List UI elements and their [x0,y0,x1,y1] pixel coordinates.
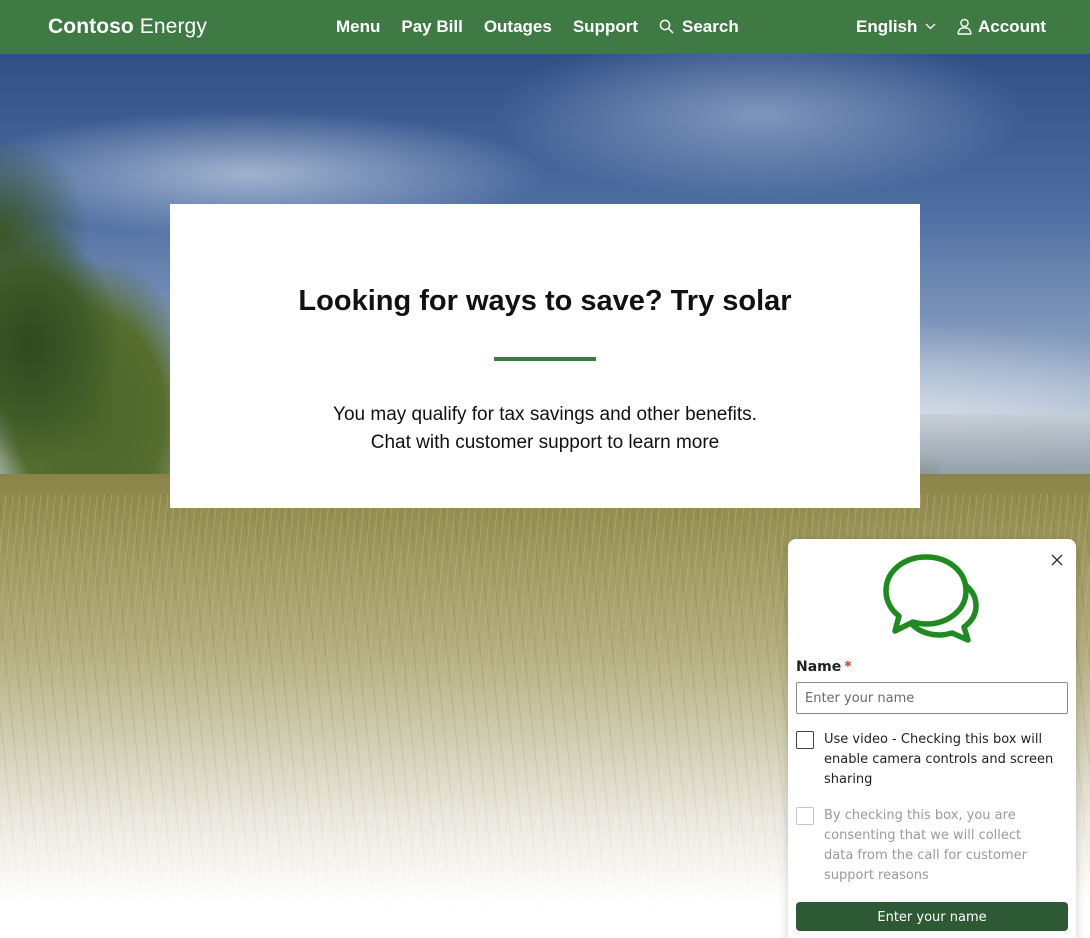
consent-label: By checking this box, you are consenting… [824,808,1027,883]
brand-name-bold: Contoso [48,15,134,38]
required-marker: * [844,659,852,675]
consent-checkbox[interactable] [796,807,814,825]
account-button[interactable]: Account [957,16,1046,37]
use-video-checkbox[interactable] [796,731,814,749]
name-field-label: Name * [796,659,852,675]
user-icon [957,18,972,35]
brand-name-light: Energy [139,15,207,38]
search-label: Search [682,17,739,36]
chat-prechat-panel: Name* Use video - Checking this box will… [788,539,1076,938]
promo-divider [494,357,596,361]
nav-pay-bill-link[interactable]: Pay Bill [401,16,462,37]
main-nav: Menu Pay Bill Outages Support Search [336,16,739,37]
brand-logo[interactable]: Contoso Energy [48,14,207,40]
promo-description: You may qualify for tax savings and othe… [170,401,920,457]
solar-promo-card: Looking for ways to save? Try solar You … [170,204,920,508]
close-icon[interactable] [1050,553,1064,567]
chevron-down-icon [925,23,936,30]
top-navigation-bar: Contoso Energy Menu Pay Bill Outages Sup… [0,0,1090,54]
page: Contoso Energy Menu Pay Bill Outages Sup… [0,0,1090,938]
use-video-label: Use video - Checking this box will enabl… [824,732,1054,787]
language-selector[interactable]: English [856,16,936,37]
promo-title: Looking for ways to save? Try solar [298,285,792,317]
search-icon [659,19,674,34]
nav-outages-link[interactable]: Outages [484,16,552,37]
nav-menu-link[interactable]: Menu [336,16,380,37]
name-label-text: Name [796,659,842,675]
language-label: English [856,17,918,36]
account-label: Account [978,17,1046,36]
nav-support-link[interactable]: Support [573,16,638,37]
name-input[interactable] [796,682,1068,714]
promo-line-1: You may qualify for tax savings and othe… [333,404,757,425]
chat-bubbles-icon [883,554,979,643]
start-chat-button[interactable]: Enter your name [796,902,1068,931]
search-button[interactable]: Search [659,16,739,37]
promo-line-2: Chat with customer support to learn more [370,432,720,453]
